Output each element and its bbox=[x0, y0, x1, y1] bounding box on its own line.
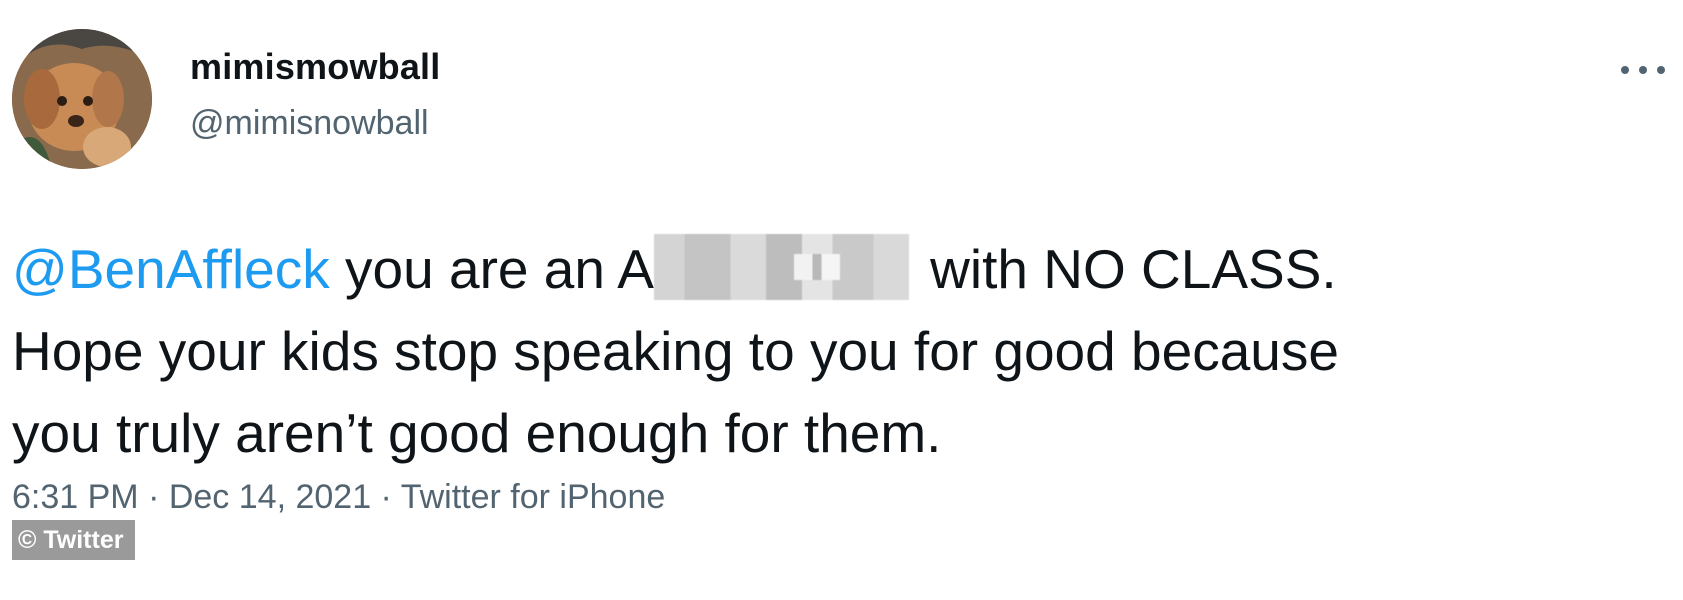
meta-separator: · bbox=[371, 478, 401, 516]
tweet-line-2: Hope your kids stop speaking to you for … bbox=[12, 320, 1339, 382]
tweet-text: @BenAffleck you are an A with NO CLASS. … bbox=[12, 228, 1672, 474]
author-display-name[interactable]: mimismowball bbox=[190, 46, 440, 88]
tweet-time[interactable]: 6:31 PM bbox=[12, 478, 139, 516]
tweet-text-part2: with NO CLASS. bbox=[930, 238, 1337, 300]
tweet-line-1: @BenAffleck you are an A with NO CLASS. bbox=[12, 228, 1672, 310]
meta-separator: · bbox=[138, 478, 169, 516]
tweet-date[interactable]: Dec 14, 2021 bbox=[169, 478, 371, 516]
more-icon[interactable] bbox=[1621, 50, 1665, 90]
tweet-text-part1: you are an A bbox=[329, 238, 654, 300]
dog-avatar-icon bbox=[12, 29, 152, 169]
avatar[interactable] bbox=[12, 29, 152, 169]
author-handle[interactable]: @mimisnowball bbox=[190, 104, 429, 143]
photo-credit: © Twitter bbox=[12, 520, 136, 560]
dot bbox=[1639, 66, 1647, 74]
tweet-line-3: you truly aren’t good enough for them. bbox=[12, 402, 942, 464]
mention-link[interactable]: @BenAffleck bbox=[12, 238, 330, 300]
tweet-card: mimismowball @mimisnowball @BenAffleck y… bbox=[0, 0, 1683, 600]
dot bbox=[1621, 66, 1629, 74]
tweet-meta: 6:31 PM · Dec 14, 2021 · Twitter for iPh… bbox=[12, 478, 665, 517]
tweet-source[interactable]: Twitter for iPhone bbox=[401, 478, 666, 516]
dot bbox=[1657, 66, 1665, 74]
censored-word bbox=[653, 234, 909, 300]
